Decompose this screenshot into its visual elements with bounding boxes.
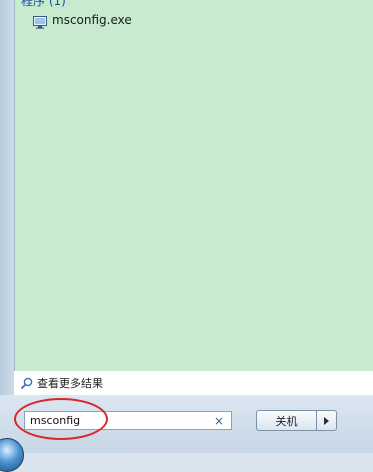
search-input[interactable] bbox=[25, 412, 210, 429]
search-box: × bbox=[24, 411, 232, 430]
chevron-right-icon bbox=[324, 416, 329, 425]
start-menu: 程序 (1) msconfig.exe 查看更多结果 msconfig × 关机 bbox=[0, 0, 373, 472]
see-more-results-link[interactable]: 查看更多结果 bbox=[21, 374, 103, 393]
shutdown-options-button[interactable] bbox=[317, 410, 337, 431]
msconfig-app-icon bbox=[33, 14, 47, 29]
search-icon bbox=[21, 374, 33, 393]
result-item-label: msconfig.exe bbox=[52, 13, 132, 27]
search-results-pane: 程序 (1) msconfig.exe bbox=[14, 0, 373, 371]
see-more-results-label: 查看更多结果 bbox=[37, 377, 103, 390]
more-results-row: 查看更多结果 bbox=[14, 371, 373, 395]
result-item-msconfig[interactable]: msconfig.exe bbox=[33, 11, 132, 29]
shutdown-button[interactable]: 关机 bbox=[256, 410, 317, 431]
close-icon[interactable]: × bbox=[214, 413, 224, 429]
results-category-header: 程序 (1) bbox=[21, 0, 66, 8]
shutdown-group: 关机 bbox=[256, 410, 337, 431]
start-menu-bottom-bar: × 关机 bbox=[0, 395, 373, 472]
start-orb-icon[interactable] bbox=[0, 438, 24, 472]
